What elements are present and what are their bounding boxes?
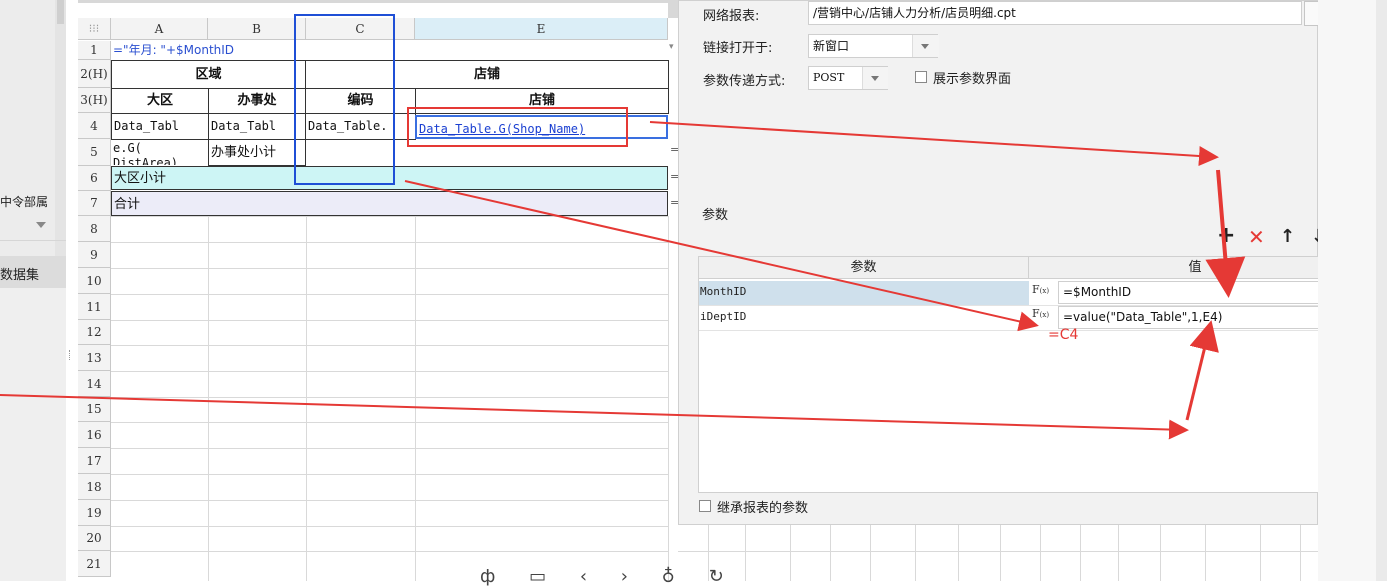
annotation-arrows — [0, 121, 1246, 440]
arrow-c-to-formula — [404, 180, 1039, 332]
arrow-e4-to-dialog — [649, 121, 1219, 166]
arrow-left-to-right — [0, 394, 1189, 440]
arrow-up-to-value — [1185, 320, 1219, 421]
arrow-to-value — [1205, 169, 1246, 298]
